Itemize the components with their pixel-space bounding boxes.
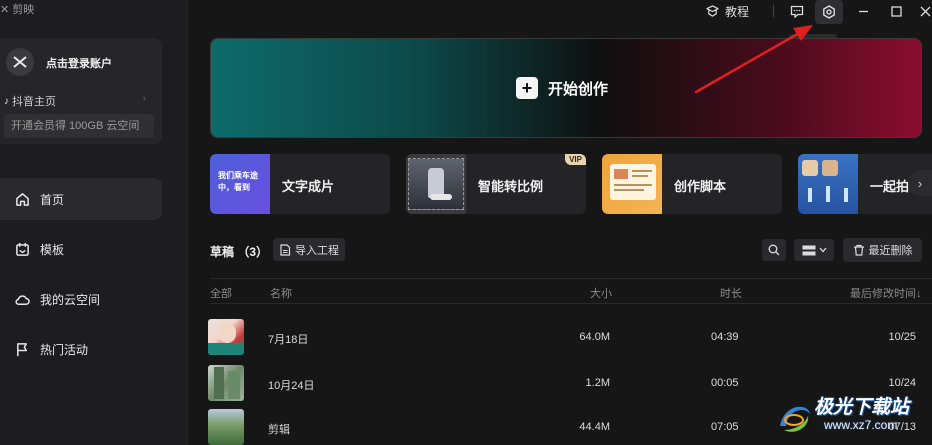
- home-icon: [14, 191, 30, 207]
- draft-name: 剪辑: [268, 424, 290, 436]
- gear-icon: [823, 5, 835, 19]
- close-icon: [920, 6, 930, 16]
- drafts-table-header: 全部 名称 大小 时长 最后修改时间↓: [210, 278, 932, 304]
- card-label: 智能转比例: [478, 179, 544, 194]
- app-title: ✕ 剪映: [0, 4, 35, 16]
- draft-duration: 00:05: [711, 377, 739, 389]
- import-project-button[interactable]: 导入工程: [273, 238, 345, 261]
- douyin-home-link[interactable]: ♪ 抖音主页 ›: [4, 93, 150, 109]
- draft-duration: 04:39: [711, 331, 739, 343]
- hero-content: + 开始创作: [516, 77, 608, 99]
- column-modified[interactable]: 最后修改时间↓: [850, 285, 922, 301]
- sidebar-item-events[interactable]: 热门活动: [0, 328, 162, 370]
- avatar[interactable]: [6, 48, 34, 76]
- chevron-down-icon: [819, 247, 826, 253]
- sidebar-item-label: 模板: [40, 242, 65, 257]
- card-thumbnail: 我们乘车途中，看到: [210, 154, 270, 214]
- hero-label: 开始创作: [548, 80, 609, 98]
- cards-next-button[interactable]: ›: [908, 170, 932, 196]
- draft-duration: 07:05: [711, 421, 739, 433]
- maximize-button[interactable]: [888, 0, 904, 22]
- cloud-icon: [14, 291, 30, 307]
- card-smart-ratio[interactable]: 智能转比例 VIP: [406, 154, 586, 214]
- list-view-icon: [802, 245, 815, 255]
- maximize-icon: [890, 5, 902, 17]
- draft-thumbnail: [208, 319, 244, 355]
- trash-icon: [853, 244, 864, 256]
- minimize-button[interactable]: [855, 0, 871, 22]
- watermark-url: www.xz7.com: [824, 418, 898, 432]
- draft-name: 7月18日: [268, 334, 309, 346]
- login-card: 点击登录账户 ♪ 抖音主页 › 开通会员得 100GB 云空间: [0, 38, 162, 144]
- card-label: 创作脚本: [674, 179, 727, 194]
- template-icon: [14, 241, 30, 257]
- draft-name: 10月24日: [268, 380, 315, 392]
- sidebar-item-template[interactable]: 模板: [0, 228, 162, 270]
- chevron-right-icon: ›: [917, 175, 923, 191]
- douyin-label: 抖音主页: [12, 96, 56, 108]
- sidebar-item-cloud[interactable]: 我的云空间: [0, 278, 162, 320]
- draft-size: 64.0M: [579, 331, 610, 343]
- global-settings-button[interactable]: [815, 0, 843, 24]
- import-icon: [280, 243, 291, 256]
- draft-modified: 10/24: [888, 377, 916, 389]
- capcut-logo-icon: [13, 56, 27, 68]
- vip-badge: VIP: [565, 154, 586, 165]
- card-script[interactable]: 创作脚本: [602, 154, 782, 214]
- vip-promo[interactable]: 开通会员得 100GB 云空间: [4, 114, 154, 138]
- sidebar-item-label: 热门活动: [40, 342, 89, 357]
- watermark-brand: 极光下载站: [814, 397, 910, 418]
- watermark-logo-icon: [780, 406, 810, 432]
- draft-thumbnail: [208, 365, 244, 401]
- card-label: 一起拍: [870, 179, 910, 194]
- message-icon: [790, 5, 804, 18]
- watermark: 极光下载站 www.xz7.com: [774, 390, 932, 445]
- chevron-right-icon: ›: [142, 93, 146, 104]
- sidebar-item-home[interactable]: 首页: [0, 178, 162, 220]
- divider: [773, 5, 774, 17]
- graduation-cap-icon: [706, 4, 719, 17]
- draft-thumbnail: [208, 409, 244, 445]
- tutorial-button[interactable]: 教程: [706, 2, 749, 20]
- column-size[interactable]: 大小: [590, 285, 612, 301]
- recently-deleted-label: 最近删除: [868, 245, 913, 257]
- search-button[interactable]: [762, 239, 786, 261]
- sidebar: ✕ 剪映 点击登录账户 ♪ 抖音主页 › 开通会员得 100GB 云空间 首页 …: [0, 0, 188, 445]
- card-thumbnail: [406, 154, 466, 214]
- column-all[interactable]: 全部: [210, 285, 232, 301]
- douyin-icon: ♪: [4, 95, 9, 107]
- login-button[interactable]: 点击登录账户: [46, 55, 112, 71]
- plus-icon: +: [516, 77, 538, 99]
- draft-size: 1.2M: [585, 377, 610, 389]
- sidebar-nav: 首页 模板 我的云空间 热门活动: [0, 178, 162, 378]
- start-creating-button[interactable]: + 开始创作: [210, 38, 922, 138]
- search-icon: [768, 244, 780, 256]
- column-duration[interactable]: 时长: [720, 285, 742, 301]
- draft-modified: 10/25: [888, 331, 916, 343]
- import-label: 导入工程: [295, 244, 339, 257]
- feature-cards: 我们乘车途中，看到 文字成片 智能转比例 VIP 创作脚本 一起拍: [210, 154, 932, 214]
- card-thumbnail: [798, 154, 858, 214]
- card-label: 文字成片: [282, 179, 335, 194]
- minimize-icon: [858, 10, 868, 12]
- close-button[interactable]: [918, 0, 932, 22]
- feedback-button[interactable]: [787, 0, 807, 22]
- app-logo-icon: ✕: [0, 4, 13, 16]
- flag-icon: [14, 341, 30, 357]
- sidebar-item-label: 我的云空间: [40, 292, 101, 307]
- recently-deleted-button[interactable]: 最近删除: [843, 238, 922, 262]
- thumb-caption: 我们乘车途中，看到: [218, 171, 258, 192]
- sidebar-item-label: 首页: [40, 192, 65, 207]
- tutorial-label: 教程: [725, 4, 750, 19]
- drafts-title: 草稿 （3）: [210, 245, 269, 259]
- draft-size: 44.4M: [579, 421, 610, 433]
- view-mode-dropdown[interactable]: [794, 239, 834, 261]
- card-text-to-video[interactable]: 我们乘车途中，看到 文字成片: [210, 154, 390, 214]
- table-row[interactable]: 7月18日 64.0M 04:39 10/25: [208, 319, 932, 359]
- card-thumbnail: [602, 154, 662, 214]
- column-name[interactable]: 名称: [270, 285, 292, 301]
